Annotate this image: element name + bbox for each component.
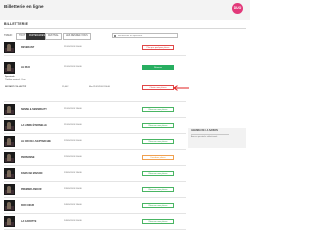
event-row[interactable]: PAR CŒUR 24/05/2024 19h00 Réserver mes p… <box>4 198 186 214</box>
event-row-expanded[interactable]: LE DUO 21/05/2024 20h30 Réserver Spectac… <box>4 56 186 102</box>
event-thumbnail <box>4 168 15 179</box>
filter-chip-rendezvous[interactable]: LES RENDEZ-VOUS <box>63 33 91 40</box>
page-title: BILLETTERIE <box>4 22 29 26</box>
event-name[interactable]: PAR CŒUR <box>21 204 34 207</box>
event-thumbnail <box>4 42 15 53</box>
event-thumbnail <box>4 152 15 163</box>
top-bar: Billetterie en ligne DUO <box>0 0 250 20</box>
book-button[interactable]: Réserver mes places <box>142 187 174 192</box>
agenda-text: Aucun spectacle sélectionné <box>191 136 218 138</box>
event-row[interactable]: SENSE & SENSIBILITY 21/05/2024 19h00 Rés… <box>4 102 186 118</box>
event-name[interactable]: DANS MA MAISON <box>21 172 42 175</box>
arrow-left-icon <box>173 85 189 91</box>
event-row[interactable]: DANS MA MAISON 23/05/2024 19h30 Réserver… <box>4 166 186 182</box>
event-date: 24/05/2024 19h00 <box>64 204 82 206</box>
event-row[interactable]: LA LIBRE ÉTERNELLE 21/05/2024 20h00 Rése… <box>4 118 186 134</box>
event-date: 23/05/2024 19h30 <box>64 172 82 174</box>
event-name[interactable]: LE CRI DE L'HEPTARCHIE <box>21 140 51 143</box>
event-thumbnail <box>4 136 15 147</box>
session-price: 15,00€ <box>62 86 69 88</box>
event-date: 22/05/2024 20h00 <box>64 140 82 142</box>
event-date: 21/05/2024 20h00 <box>64 124 82 126</box>
search-input[interactable] <box>118 34 176 39</box>
checkbox-icon[interactable] <box>114 35 117 38</box>
choose-seats-button[interactable]: Choisir mes places <box>142 85 174 90</box>
divider <box>191 134 229 135</box>
event-row[interactable]: LA CAROTTE 24/05/2024 20h30 Réserver mes… <box>4 214 186 230</box>
app-title: Billetterie en ligne <box>4 4 44 9</box>
event-row[interactable]: PREMIER AMOUR 23/05/2024 20h30 Réserver … <box>4 182 186 198</box>
event-name[interactable]: LA LIBRE ÉTERNELLE <box>21 124 47 127</box>
event-thumbnail <box>4 120 15 131</box>
event-thumbnail <box>4 62 15 74</box>
book-button[interactable]: Réserver mes places <box>142 139 174 144</box>
session-label: INSTANT COLLECTIF <box>5 86 27 88</box>
event-date: 22/05/2024 20h00 <box>64 156 82 158</box>
event-date: 21/05/2024 20h30 <box>64 66 82 68</box>
event-row[interactable]: PERSONNE 22/05/2024 20h00 Dernières plac… <box>4 150 186 166</box>
event-date: 21/05/2024 20h00 <box>64 46 82 48</box>
event-date: 24/05/2024 20h30 <box>64 220 82 222</box>
book-button[interactable]: Réserver mes places <box>142 171 174 176</box>
event-name[interactable]: REVERANT <box>21 46 34 49</box>
divider <box>4 28 246 29</box>
event-thumbnail <box>4 216 15 227</box>
event-name[interactable]: LA CAROTTE <box>21 220 36 223</box>
book-button[interactable]: Réserver <box>142 65 174 70</box>
brand-badge[interactable]: DUO <box>232 3 243 14</box>
agenda-title: AGENDA DE LA SAISON <box>191 130 218 132</box>
book-button[interactable]: Dernières places <box>142 155 174 160</box>
book-button[interactable]: Réserver mes places <box>142 219 174 224</box>
event-row[interactable]: REVERANT 21/05/2024 20h00 Plus que quelq… <box>4 41 186 56</box>
search-field[interactable] <box>112 33 178 39</box>
event-date: 23/05/2024 20h30 <box>64 188 82 190</box>
event-date: 21/05/2024 19h00 <box>64 108 82 110</box>
event-name[interactable]: PERSONNE <box>21 156 34 159</box>
filter-label: TRIER : <box>4 34 14 37</box>
book-button[interactable]: Réserver mes places <box>142 107 174 112</box>
book-button[interactable]: Plus que quelques places <box>142 45 174 50</box>
event-name[interactable]: SENSE & SENSIBILITY <box>21 108 47 111</box>
session-date: Mar 21/05/2024 20h30 <box>89 86 110 88</box>
event-thumbnail <box>4 184 15 195</box>
book-button[interactable]: Réserver mes places <box>142 123 174 128</box>
agenda-panel: AGENDA DE LA SAISON Aucun spectacle séle… <box>188 128 246 148</box>
event-thumbnail <box>4 200 15 211</box>
filter-chip-festival[interactable]: FESTIVAL <box>45 33 62 40</box>
book-button[interactable]: Réserver mes places <box>142 203 174 208</box>
event-subtitle-line2: Théâtre musical · Duo <box>5 79 26 81</box>
event-name[interactable]: LE DUO <box>21 66 30 69</box>
event-name[interactable]: PREMIER AMOUR <box>21 188 42 191</box>
event-row[interactable]: LE CRI DE L'HEPTARCHIE 22/05/2024 20h00 … <box>4 134 186 150</box>
event-thumbnail <box>4 104 15 115</box>
event-subtitle: Spectacle <box>5 76 15 78</box>
